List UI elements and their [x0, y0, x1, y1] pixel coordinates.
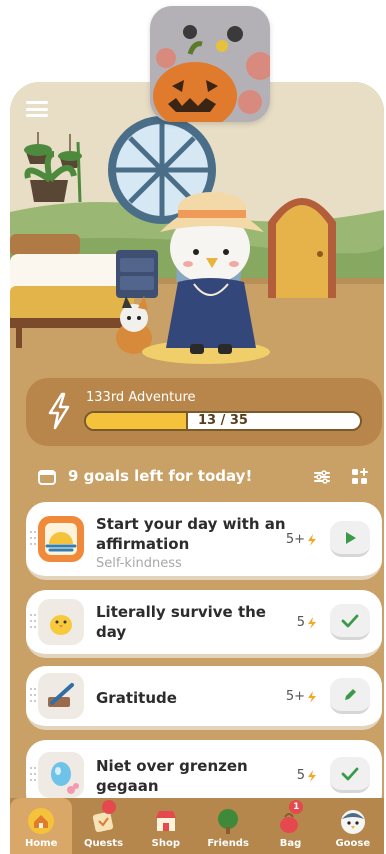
- add-goal-grid-icon[interactable]: [350, 467, 370, 487]
- complete-goal-button[interactable]: [330, 757, 370, 793]
- drag-handle[interactable]: [30, 614, 36, 630]
- menu-button[interactable]: [24, 98, 50, 120]
- checkmark-icon: [341, 767, 359, 780]
- nav-label: Friends: [207, 838, 249, 849]
- calendar-icon: [38, 470, 56, 485]
- goal-card[interactable]: Literally survive the day 5: [26, 590, 382, 658]
- sliders-icon[interactable]: [312, 467, 332, 487]
- egg-icon: [38, 752, 84, 798]
- checkmark-icon: [341, 614, 359, 627]
- drag-handle[interactable]: [30, 767, 36, 783]
- tree-icon: [213, 806, 243, 836]
- nav-label: Home: [24, 838, 58, 849]
- adventure-progress-bar: 13 / 35: [84, 411, 362, 431]
- play-icon: [346, 531, 356, 544]
- nav-label: Goose: [335, 838, 371, 849]
- nav-quests[interactable]: Quests: [72, 798, 134, 854]
- room-scene[interactable]: [10, 82, 384, 378]
- hamburger-icon: [26, 101, 48, 104]
- goal-subtitle: Self-kindness: [96, 556, 182, 571]
- energy-value: 5: [296, 768, 305, 783]
- progress-text: 13 / 35: [198, 413, 248, 428]
- complete-goal-button[interactable]: [330, 604, 370, 640]
- home-icon: [26, 806, 56, 836]
- drag-handle[interactable]: [30, 531, 36, 547]
- app-icon[interactable]: [150, 6, 270, 122]
- nav-label: Quests: [83, 838, 124, 849]
- adventure-title: 133rd Adventure: [86, 390, 196, 405]
- home-screen: 133rd Adventure 13 / 35 9 goals left for…: [10, 82, 384, 854]
- room-illustration: [10, 82, 384, 378]
- nav-label: Bag: [279, 838, 302, 849]
- nav-home[interactable]: Home: [10, 798, 73, 854]
- lightning-icon: [308, 690, 316, 703]
- energy-value: 5+: [285, 532, 305, 547]
- adventure-progress-panel[interactable]: 133rd Adventure 13 / 35: [26, 378, 382, 446]
- log-gratitude-button[interactable]: [330, 678, 370, 714]
- goals-header: 9 goals left for today!: [36, 462, 376, 492]
- pencil-icon: [345, 688, 356, 700]
- nav-bag[interactable]: 1 Bag: [259, 798, 321, 854]
- chick-icon: [38, 599, 84, 645]
- lightning-icon: [308, 616, 316, 629]
- nav-friends[interactable]: Friends: [197, 798, 259, 854]
- goal-title: Gratitude: [96, 689, 177, 707]
- start-goal-button[interactable]: [330, 521, 370, 557]
- goal-card[interactable]: Gratitude 5+: [26, 666, 382, 730]
- energy-value: 5+: [285, 689, 305, 704]
- energy-reward: 5: [297, 615, 318, 630]
- pumpkin-goose-app-icon: [150, 6, 270, 122]
- energy-reward: 5+: [286, 689, 318, 704]
- lightning-icon: [48, 392, 70, 430]
- sunrise-icon: [38, 516, 84, 562]
- journal-pen-icon: [38, 673, 84, 719]
- goal-title: Niet over grenzen gegaan: [96, 757, 248, 795]
- energy-value: 5: [296, 615, 305, 630]
- nav-label: Shop: [151, 838, 180, 849]
- lightning-icon: [308, 533, 316, 546]
- drag-handle[interactable]: [30, 688, 36, 704]
- goal-title: Literally survive the day: [96, 603, 266, 641]
- shop-icon: [151, 806, 181, 836]
- goose-face-icon: [338, 806, 368, 836]
- goal-title: Start your day with an affirmation: [96, 515, 286, 553]
- lightning-icon: [308, 769, 316, 782]
- nav-shop[interactable]: Shop: [135, 798, 197, 854]
- bottom-nav: Home Quests Shop Friends 1 Bag Goose: [10, 798, 384, 854]
- energy-reward: 5: [297, 768, 318, 783]
- nav-goose[interactable]: Goose: [322, 798, 384, 854]
- energy-reward: 5+: [286, 532, 318, 547]
- goal-card[interactable]: Start your day with an affirmation Self-…: [26, 502, 382, 580]
- goals-left-text: 9 goals left for today!: [68, 467, 253, 485]
